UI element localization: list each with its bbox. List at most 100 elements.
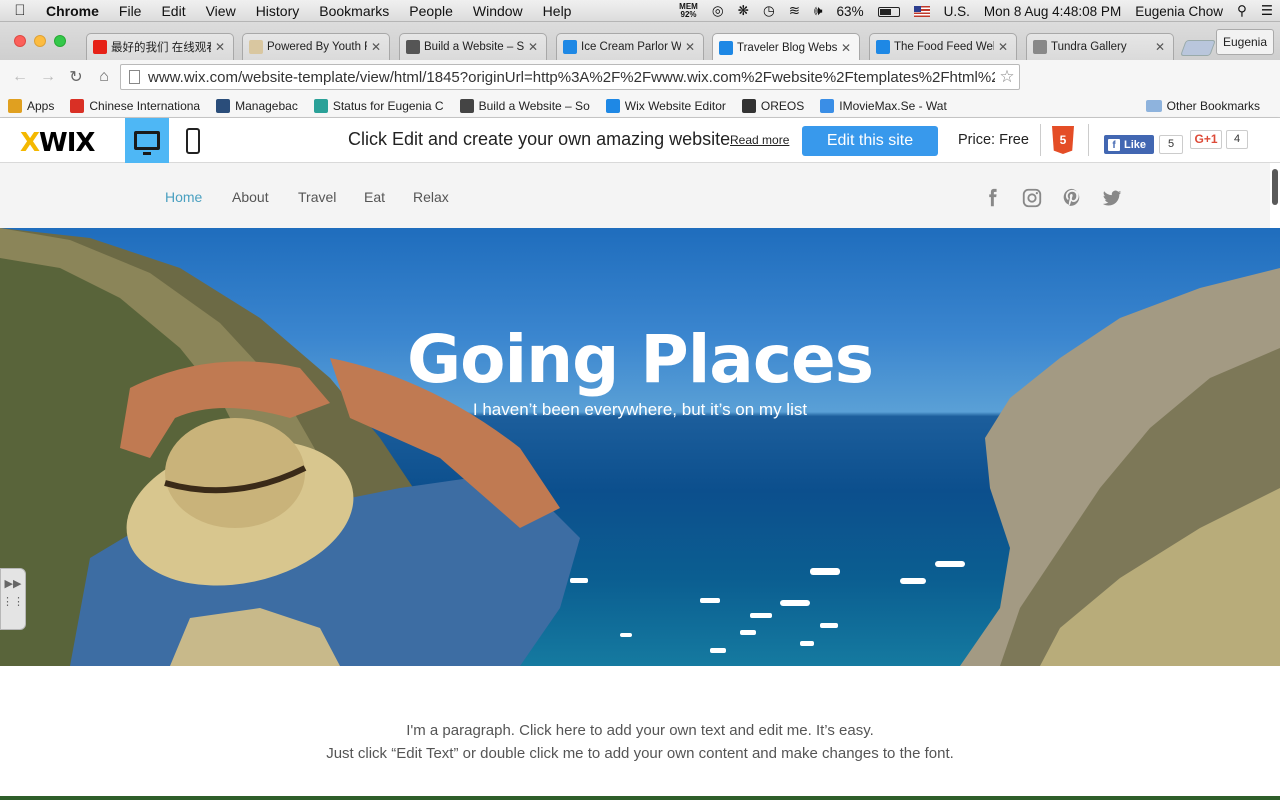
nav-travel[interactable]: Travel <box>298 189 336 205</box>
bookmark-item[interactable]: Status for Eugenia C <box>306 98 452 113</box>
new-tab-button[interactable] <box>1180 40 1216 56</box>
zoom-window-button[interactable] <box>54 35 66 47</box>
volume-icon[interactable]: 🕪 <box>807 3 830 19</box>
wifi-icon[interactable]: ≋ <box>782 3 807 19</box>
squarespace-icon <box>406 40 420 54</box>
bookmark-star-icon[interactable]: ☆ <box>995 67 1019 87</box>
menu-bookmarks[interactable]: Bookmarks <box>309 3 399 19</box>
browser-tab[interactable]: Ice Cream Parlor W ✕ <box>556 33 704 60</box>
page-icon <box>249 40 263 54</box>
nav-eat[interactable]: Eat <box>364 189 385 205</box>
close-tab-icon[interactable]: ✕ <box>841 41 851 55</box>
globe-icon <box>820 98 835 113</box>
gamepad-icon[interactable]: ◎ <box>705 3 731 19</box>
close-tab-icon[interactable]: ✕ <box>998 40 1008 54</box>
boats <box>570 561 965 653</box>
close-window-button[interactable] <box>14 35 26 47</box>
nav-about[interactable]: About <box>232 189 269 205</box>
address-bar[interactable]: www.wix.com/website-template/view/html/1… <box>120 64 1020 90</box>
page-scrollbar[interactable] <box>1272 169 1278 205</box>
flag-icon[interactable] <box>907 4 937 19</box>
browser-tab-strip: 最好的我们 在线观看 ✕ Powered By Youth F ✕ Build a We… <box>0 22 1280 61</box>
page-icon <box>1033 40 1047 54</box>
bookmark-item[interactable]: Chinese Internationa <box>62 98 208 113</box>
google-plus-button[interactable]: G+1 <box>1190 130 1222 149</box>
close-tab-icon[interactable]: ✕ <box>215 40 225 54</box>
reload-icon[interactable]: ↻ <box>62 67 90 87</box>
notification-center-icon[interactable]: ☰ <box>1254 3 1280 19</box>
menu-window[interactable]: Window <box>463 3 533 19</box>
browser-tab[interactable]: Powered By Youth F ✕ <box>242 33 390 60</box>
nav-home[interactable]: Home <box>165 189 202 205</box>
close-tab-icon[interactable]: ✕ <box>528 40 538 54</box>
read-more-link[interactable]: Read more <box>730 133 789 147</box>
input-source[interactable]: U.S. <box>937 4 977 19</box>
menu-history[interactable]: History <box>246 3 310 19</box>
edit-site-button[interactable]: Edit this site <box>802 126 938 156</box>
hero-subtitle[interactable]: I haven’t been everywhere, but it’s on m… <box>0 400 1280 420</box>
close-tab-icon[interactable]: ✕ <box>371 40 381 54</box>
browser-tab[interactable]: 最好的我们 在线观看 ✕ <box>86 33 234 60</box>
facebook-like-button[interactable]: f Like <box>1104 135 1154 154</box>
menu-people[interactable]: People <box>399 3 463 19</box>
other-bookmarks[interactable]: Other Bookmarks <box>1138 99 1268 113</box>
other-bookmarks-label: Other Bookmarks <box>1166 98 1260 113</box>
page-info-icon[interactable] <box>129 70 140 84</box>
menu-chrome[interactable]: Chrome <box>40 3 109 19</box>
mobile-view-button[interactable] <box>171 118 215 163</box>
close-tab-icon[interactable]: ✕ <box>685 40 695 54</box>
bookmark-item[interactable]: Wix Website Editor <box>598 98 734 113</box>
close-tab-icon[interactable]: ✕ <box>1155 40 1165 54</box>
browser-tab[interactable]: Tundra Gallery ✕ <box>1026 33 1174 60</box>
spotlight-search-icon[interactable]: ⚲ <box>1230 3 1254 19</box>
profile-button[interactable]: Eugenia <box>1216 29 1274 55</box>
home-icon[interactable]: ⌂ <box>90 68 118 86</box>
pinterest-icon[interactable] <box>1061 187 1083 209</box>
paragraph-text[interactable]: I'm a paragraph. Click here to add your … <box>0 719 1280 765</box>
menu-help[interactable]: Help <box>533 3 582 19</box>
bookmarks-bar: Apps Chinese Internationa Managebac Status … <box>0 94 1280 118</box>
website-preview: Home About Travel Eat Relax Going Places… <box>0 163 1280 800</box>
status-area: MEM 92% ◎ ❋ ◷ ≋ 🕪 63% U.S. Mon 8 Aug 4:48… <box>672 0 1280 22</box>
forward-arrow-icon[interactable]: → <box>34 68 62 86</box>
bookmark-item[interactable]: OREOS <box>734 98 812 113</box>
browser-tab[interactable]: Traveler Blog Webs ✕ <box>712 33 860 61</box>
bookmark-item[interactable]: Managebac <box>208 98 306 113</box>
menu-file[interactable]: File <box>109 3 152 19</box>
memory-widget[interactable]: MEM 92% <box>672 3 705 19</box>
browser-tab[interactable]: Build a Website – So ✕ <box>399 33 547 60</box>
url-text[interactable]: www.wix.com/website-template/view/html/1… <box>148 69 995 86</box>
folder-icon <box>1145 99 1162 112</box>
site-header: Home About Travel Eat Relax <box>0 163 1270 228</box>
clock[interactable]: Mon 8 Aug 4:48:08 PM <box>977 4 1128 19</box>
browser-tab[interactable]: The Food Feed Web ✕ <box>869 33 1017 60</box>
time-machine-icon[interactable]: ◷ <box>756 3 782 19</box>
promo-text: Click Edit and create your own amazing w… <box>348 129 731 149</box>
menu-view[interactable]: View <box>196 3 246 19</box>
facebook-icon[interactable] <box>981 187 1003 209</box>
side-panel-handle[interactable]: ▶▶ ⋮⋮ <box>0 568 26 630</box>
bookmark-label: IMovieMax.Se - Wat <box>839 98 947 113</box>
instagram-icon[interactable] <box>1021 187 1043 209</box>
page-bottom-strip <box>0 796 1280 800</box>
bookmark-item[interactable]: IMovieMax.Se - Wat <box>812 98 955 113</box>
user-name[interactable]: Eugenia Chow <box>1128 4 1230 19</box>
twitter-icon[interactable] <box>1101 187 1123 209</box>
turtle-icon[interactable]: ❋ <box>731 3 756 19</box>
back-arrow-icon[interactable]: ← <box>6 68 34 86</box>
bookmark-label: Chinese Internationa <box>89 98 201 113</box>
wix-icon <box>605 98 620 113</box>
apple-menu-icon[interactable]:  <box>0 2 40 19</box>
battery-percent[interactable]: 63% <box>830 4 871 19</box>
nav-relax[interactable]: Relax <box>413 189 449 205</box>
desktop-view-button[interactable] <box>125 118 169 163</box>
menu-edit[interactable]: Edit <box>151 3 195 19</box>
minimize-window-button[interactable] <box>34 35 46 47</box>
bookmark-item[interactable]: Build a Website – So <box>452 98 598 113</box>
bookmark-item[interactable]: Apps <box>0 98 62 113</box>
hero-title[interactable]: Going Places <box>0 321 1280 398</box>
like-label: Like <box>1124 138 1147 151</box>
bookmarks-list: Apps Chinese Internationa Managebac Status … <box>0 98 955 113</box>
google-plus-count: 4 <box>1226 130 1248 149</box>
wix-logo[interactable]: XWIX <box>20 128 95 158</box>
